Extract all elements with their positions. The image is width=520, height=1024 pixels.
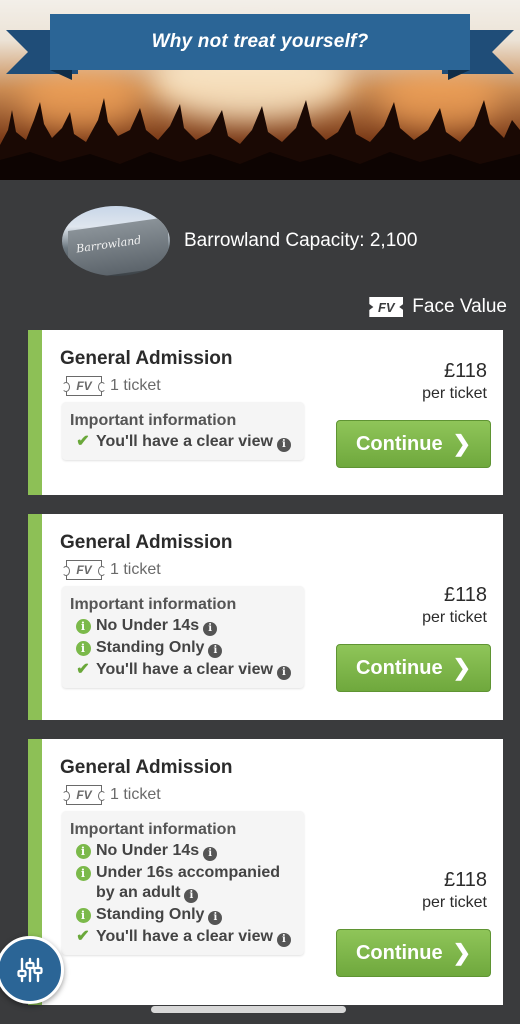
continue-label: Continue <box>355 432 443 455</box>
info-icon[interactable]: i <box>203 622 218 636</box>
ticket-listing[interactable]: General Admission FV 1 ticket Important … <box>28 330 503 495</box>
listing-title: General Admission <box>60 532 233 553</box>
promo-ribbon: Why not treat yourself? <box>0 14 520 94</box>
info-icon[interactable]: i <box>184 889 199 903</box>
promo-title: Why not treat yourself? <box>151 31 369 52</box>
info-icon: i <box>75 641 91 656</box>
listing-title: General Admission <box>60 757 233 778</box>
hero-banner: Why not treat yourself? <box>0 0 520 180</box>
info-text: You'll have a clear view <box>96 661 273 678</box>
face-value-ticket-icon: FV <box>62 785 106 805</box>
info-item: ✔ You'll have a clear view i <box>70 660 296 680</box>
info-text: You'll have a clear view <box>96 433 273 450</box>
info-item: i Under 16s accompanied by an adult i <box>70 863 296 903</box>
ticket-count: 1 ticket <box>110 561 161 578</box>
info-item: i Standing Only i <box>70 638 296 658</box>
face-value-label: Face Value <box>412 296 507 317</box>
continue-label: Continue <box>355 941 443 964</box>
venue-info: Barrowland Barrowland Capacity: 2,100 <box>62 206 417 276</box>
info-icon[interactable]: i <box>276 933 291 947</box>
price-unit: per ticket <box>422 894 487 911</box>
check-icon: ✔ <box>76 661 90 678</box>
continue-button[interactable]: Continue ❯ <box>336 929 491 977</box>
info-icon: i <box>75 866 91 881</box>
continue-button[interactable]: Continue ❯ <box>336 420 491 468</box>
ticket-quantity: FV 1 ticket <box>62 560 161 580</box>
chevron-right-icon: ❯ <box>452 940 472 965</box>
face-value-legend: FV Face Value <box>369 296 507 318</box>
info-text: Standing Only <box>96 639 205 656</box>
check-icon: ✔ <box>76 433 90 450</box>
info-text: Standing Only <box>96 906 205 923</box>
continue-label: Continue <box>355 656 443 679</box>
ticket-count: 1 ticket <box>110 786 161 803</box>
important-info-box: Important information ✔ You'll have a cl… <box>62 402 304 460</box>
price-block: £118 per ticket <box>422 869 487 912</box>
sliders-icon <box>17 957 43 983</box>
price-block: £118 per ticket <box>422 360 487 403</box>
ribbon-fold-right <box>448 70 470 80</box>
ticket-quantity: FV 1 ticket <box>62 376 161 396</box>
info-title: Important information <box>70 412 237 429</box>
ribbon-fold-left <box>50 70 72 80</box>
chevron-right-icon: ❯ <box>452 655 472 680</box>
face-value-ticket-icon: FV <box>62 376 106 396</box>
listing-title: General Admission <box>60 348 233 369</box>
info-icon[interactable]: i <box>276 438 291 452</box>
info-icon[interactable]: i <box>208 911 223 925</box>
info-icon: i <box>75 908 91 923</box>
info-icon: i <box>75 619 91 634</box>
price-unit: per ticket <box>422 385 487 402</box>
ticket-count: 1 ticket <box>110 377 161 394</box>
info-title: Important information <box>70 596 237 613</box>
scroll-indicator[interactable] <box>151 1006 346 1013</box>
info-item: i No Under 14s i <box>70 616 296 636</box>
info-icon[interactable]: i <box>203 847 218 861</box>
venue-image: Barrowland <box>62 206 170 276</box>
ticket-price: £118 <box>443 360 487 382</box>
info-icon[interactable]: i <box>208 644 223 658</box>
face-value-ticket-icon: FV <box>62 560 106 580</box>
crowd-silhouette <box>0 98 520 180</box>
venue-capacity: Barrowland Capacity: 2,100 <box>184 230 418 251</box>
ticket-listing[interactable]: General Admission FV 1 ticket Important … <box>28 739 503 1005</box>
ticket-quantity: FV 1 ticket <box>62 785 161 805</box>
price-block: £118 per ticket <box>422 584 487 627</box>
price-unit: per ticket <box>422 609 487 626</box>
continue-button[interactable]: Continue ❯ <box>336 644 491 692</box>
ticket-price: £118 <box>443 584 487 606</box>
info-title: Important information <box>70 821 237 838</box>
info-item: i No Under 14s i <box>70 841 296 861</box>
info-icon: i <box>75 844 91 859</box>
info-item: i Standing Only i <box>70 905 296 925</box>
info-icon[interactable]: i <box>276 666 291 680</box>
ticket-listing[interactable]: General Admission FV 1 ticket Important … <box>28 514 503 720</box>
ribbon-body: Why not treat yourself? <box>50 14 470 70</box>
info-item: ✔ You'll have a clear view i <box>70 432 296 452</box>
chevron-right-icon: ❯ <box>452 431 472 456</box>
info-text: You'll have a clear view <box>96 928 273 945</box>
info-item: ✔ You'll have a clear view i <box>70 927 296 947</box>
check-icon: ✔ <box>76 928 90 945</box>
info-text: No Under 14s <box>96 842 200 859</box>
important-info-box: Important information i No Under 14s i i … <box>62 811 304 955</box>
info-text: No Under 14s <box>96 617 200 634</box>
important-info-box: Important information i No Under 14s i i … <box>62 586 304 688</box>
face-value-badge-icon: FV <box>369 297 404 317</box>
ticket-price: £118 <box>443 869 487 891</box>
